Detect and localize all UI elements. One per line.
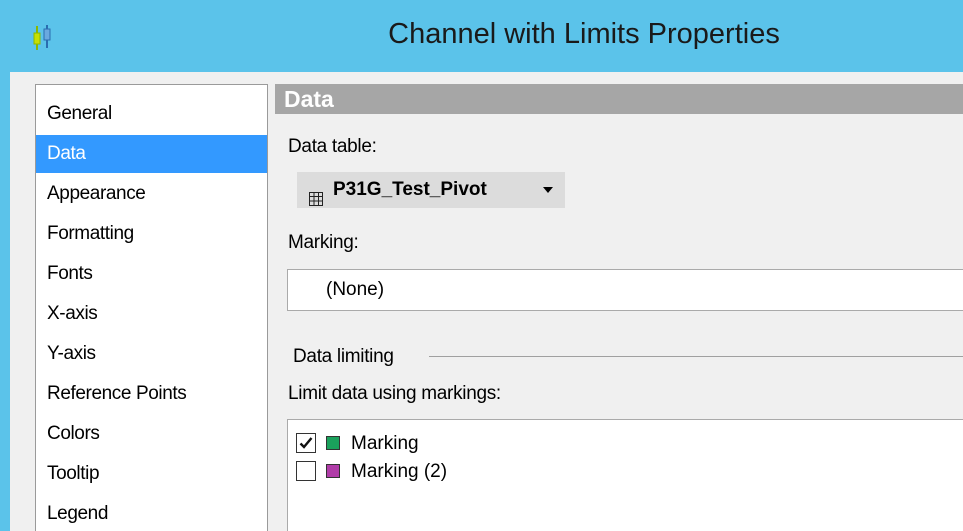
nav-item-general[interactable]: General (36, 95, 267, 133)
limit-markings-label: Limit data using markings: (288, 383, 501, 404)
nav-item-fonts[interactable]: Fonts (36, 255, 267, 293)
category-list[interactable]: General Data Appearance Formatting Fonts… (35, 84, 268, 531)
nav-item-tooltip[interactable]: Tooltip (36, 455, 267, 493)
nav-item-x-axis[interactable]: X-axis (36, 295, 267, 333)
nav-item-reference-points[interactable]: Reference Points (36, 375, 267, 413)
marking-2-label-text: Marking (2) (351, 461, 448, 482)
nav-item-data[interactable]: Data (36, 135, 267, 173)
data-table-dropdown[interactable]: P31G_Test_Pivot (297, 172, 565, 208)
data-settings-panel: Data Data table: P31G_Test_Pivot Marking… (275, 84, 963, 531)
grid-table-icon (309, 183, 323, 206)
nav-item-appearance[interactable]: Appearance (36, 175, 267, 213)
marking-label: Marking: (288, 232, 359, 253)
group-divider (429, 356, 963, 357)
nav-item-formatting[interactable]: Formatting (36, 215, 267, 253)
data-limiting-heading: Data limiting (293, 346, 394, 367)
markings-list[interactable]: Marking Marking (2) (287, 419, 963, 531)
nav-item-y-axis[interactable]: Y-axis (36, 335, 267, 373)
marking-2-color-swatch (326, 464, 340, 478)
marking-selector[interactable]: (None) (287, 269, 963, 311)
marking-2-checkbox[interactable] (296, 461, 316, 481)
title-bar[interactable]: Channel with Limits Properties (0, 0, 963, 72)
window-title: Channel with Limits Properties (388, 18, 780, 50)
dialog-body: General Data Appearance Formatting Fonts… (10, 72, 963, 531)
marking-value: (None) (326, 279, 385, 300)
marking-checkbox[interactable] (296, 433, 316, 453)
marking-label-text: Marking (351, 433, 419, 454)
triangle-down-icon (543, 187, 553, 193)
nav-item-legend[interactable]: Legend (36, 495, 267, 531)
data-table-label: Data table: (288, 136, 377, 157)
data-table-value: P31G_Test_Pivot (333, 179, 487, 200)
nav-item-colors[interactable]: Colors (36, 415, 267, 453)
marking-color-swatch (326, 436, 340, 450)
section-header: Data (275, 84, 963, 114)
checkmark-icon (299, 437, 313, 449)
